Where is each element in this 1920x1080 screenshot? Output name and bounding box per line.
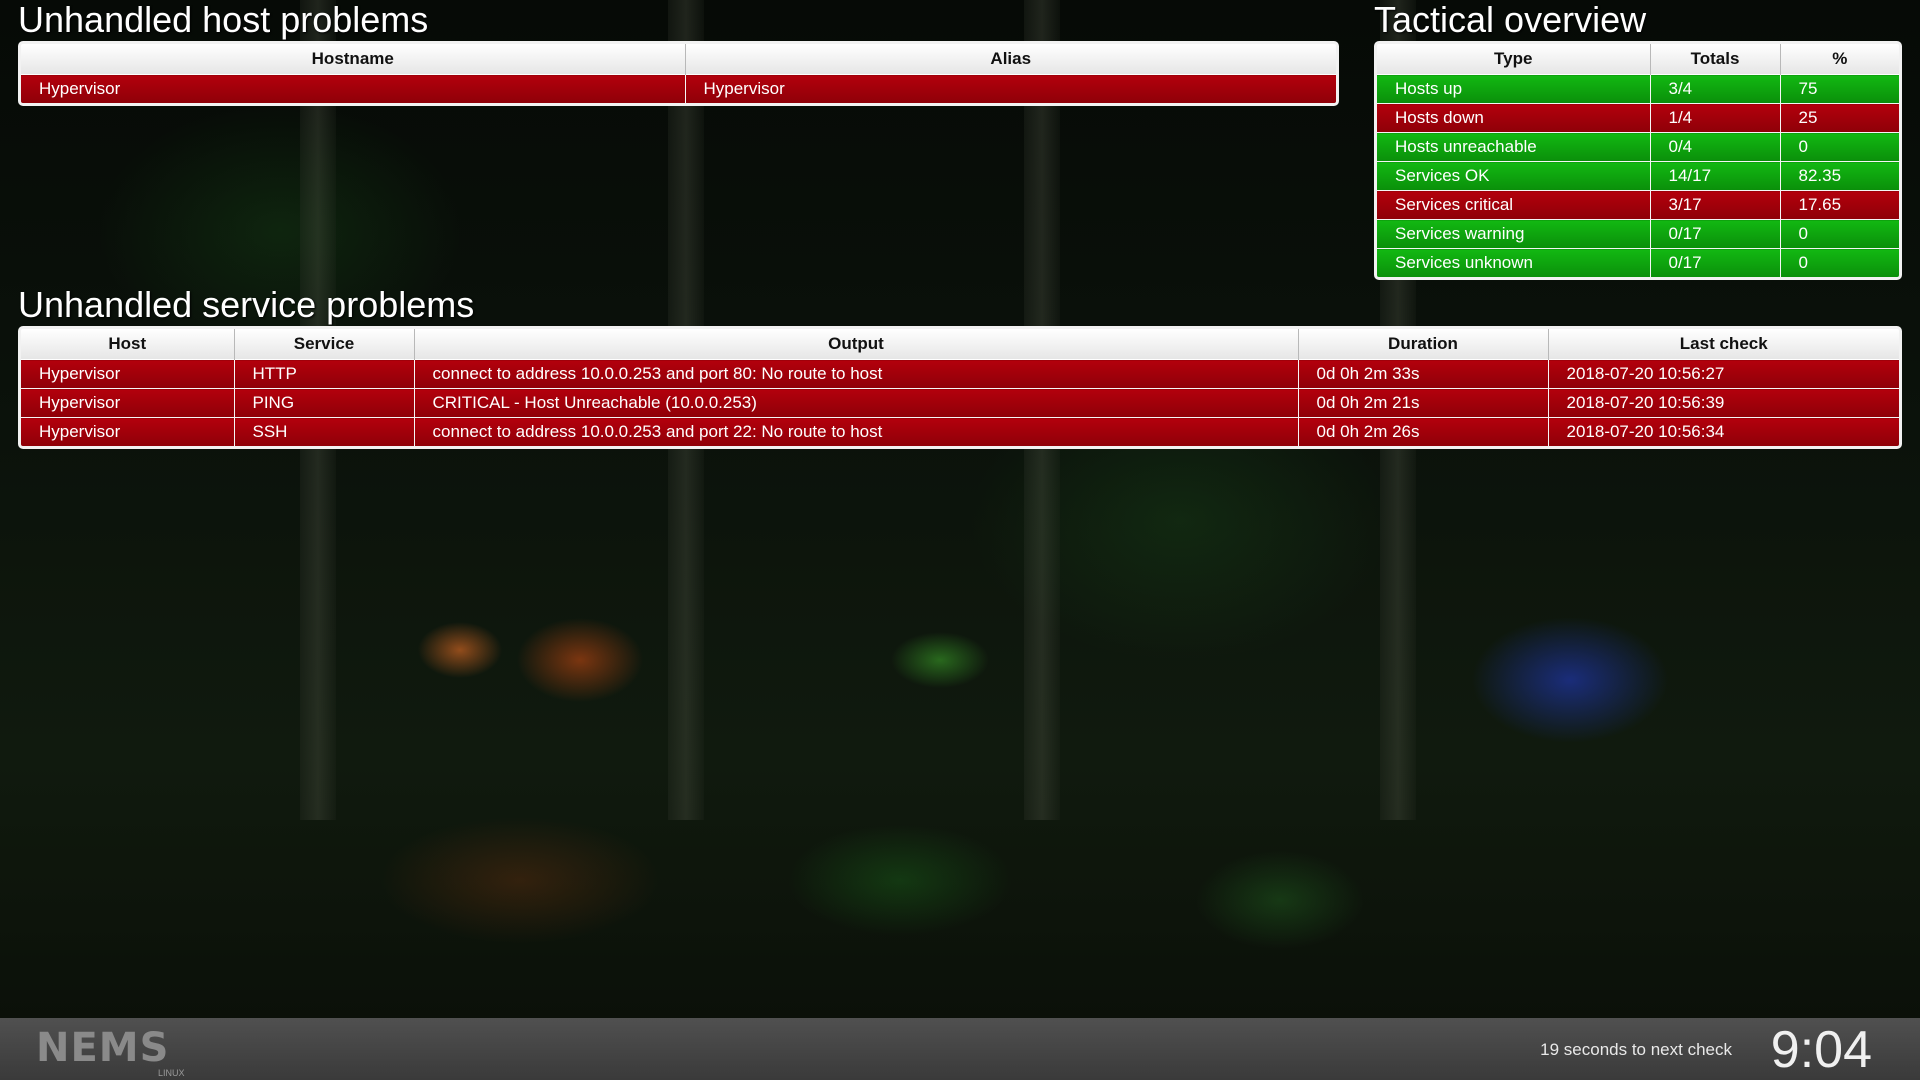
table-row[interactable]: Hypervisor HTTP connect to address 10.0.… [21,359,1899,389]
cell-totals: 1/4 [1650,103,1781,133]
cell-type: Hosts unreachable [1377,132,1651,162]
column-header-percent[interactable]: % [1780,44,1899,75]
cell-duration: 0d 0h 2m 33s [1298,359,1549,389]
next-check-countdown: 19 seconds to next check [1540,1040,1732,1059]
cell-last-check: 2018-07-20 10:56:34 [1548,417,1899,446]
cell-alias: Hypervisor [685,74,1336,103]
cell-service: SSH [234,417,415,446]
cell-percent: 0 [1780,132,1899,162]
service-problems-title: Unhandled service problems [18,284,475,325]
cell-type: Services unknown [1377,248,1651,277]
tactical-overview-title: Tactical overview [1374,0,1647,40]
table-header-row: Host Service Output Duration Last check [21,329,1899,360]
nems-logo-subtext: LINUX [158,1068,185,1078]
cell-output: CRITICAL - Host Unreachable (10.0.0.253) [414,388,1299,418]
column-header-type[interactable]: Type [1377,44,1651,75]
host-problems-table: Hostname Alias Hypervisor Hypervisor [18,41,1339,106]
cell-duration: 0d 0h 2m 21s [1298,388,1549,418]
cell-totals: 3/4 [1650,74,1781,104]
column-header-duration[interactable]: Duration [1298,329,1549,360]
cell-percent: 82.35 [1780,161,1899,191]
cell-last-check: 2018-07-20 10:56:27 [1548,359,1899,389]
column-header-output[interactable]: Output [414,329,1299,360]
cell-last-check: 2018-07-20 10:56:39 [1548,388,1899,418]
cell-percent: 25 [1780,103,1899,133]
table-header-row: Hostname Alias [21,44,1336,75]
clock: 9:04 [1770,1021,1872,1079]
table-row[interactable]: Hypervisor Hypervisor [21,74,1336,103]
cell-host: Hypervisor [21,417,235,446]
cell-hostname: Hypervisor [21,74,686,103]
cell-host: Hypervisor [21,359,235,389]
cell-type: Hosts down [1377,103,1651,133]
cell-totals: 3/17 [1650,190,1781,220]
cell-percent: 75 [1780,74,1899,104]
tactical-row-services-unknown[interactable]: Services unknown 0/17 0 [1377,248,1899,277]
tactical-row-services-ok[interactable]: Services OK 14/17 82.35 [1377,161,1899,191]
table-row[interactable]: Hypervisor SSH connect to address 10.0.0… [21,417,1899,446]
nems-logo: NEMS [36,1025,170,1071]
cell-percent: 17.65 [1780,190,1899,220]
cell-type: Services OK [1377,161,1651,191]
column-header-hostname[interactable]: Hostname [21,44,686,75]
cell-type: Hosts up [1377,74,1651,104]
tactical-row-services-critical[interactable]: Services critical 3/17 17.65 [1377,190,1899,220]
column-header-alias[interactable]: Alias [685,44,1336,75]
cell-service: PING [234,388,415,418]
host-problems-title: Unhandled host problems [18,0,429,40]
cell-percent: 0 [1780,219,1899,249]
cell-output: connect to address 10.0.0.253 and port 8… [414,359,1299,389]
table-header-row: Type Totals % [1377,44,1899,75]
cell-totals: 0/17 [1650,248,1781,277]
tactical-row-hosts-up[interactable]: Hosts up 3/4 75 [1377,74,1899,104]
cell-duration: 0d 0h 2m 26s [1298,417,1549,446]
cell-output: connect to address 10.0.0.253 and port 2… [414,417,1299,446]
service-problems-table: Host Service Output Duration Last check … [18,326,1902,449]
cell-type: Services critical [1377,190,1651,220]
cell-totals: 0/17 [1650,219,1781,249]
cell-totals: 14/17 [1650,161,1781,191]
cell-percent: 0 [1780,248,1899,277]
tactical-row-services-warning[interactable]: Services warning 0/17 0 [1377,219,1899,249]
cell-host: Hypervisor [21,388,235,418]
column-header-totals[interactable]: Totals [1650,44,1781,75]
cell-type: Services warning [1377,219,1651,249]
table-row[interactable]: Hypervisor PING CRITICAL - Host Unreacha… [21,388,1899,418]
footer-bar: NEMS LINUX 19 seconds to next check 9:04 [0,1018,1920,1080]
tactical-overview-table: Type Totals % Hosts up 3/4 75 Hosts down… [1374,41,1902,280]
column-header-host[interactable]: Host [21,329,235,360]
cell-totals: 0/4 [1650,132,1781,162]
tactical-row-hosts-unreachable[interactable]: Hosts unreachable 0/4 0 [1377,132,1899,162]
column-header-last-check[interactable]: Last check [1548,329,1899,360]
cell-service: HTTP [234,359,415,389]
column-header-service[interactable]: Service [234,329,415,360]
tactical-row-hosts-down[interactable]: Hosts down 1/4 25 [1377,103,1899,133]
